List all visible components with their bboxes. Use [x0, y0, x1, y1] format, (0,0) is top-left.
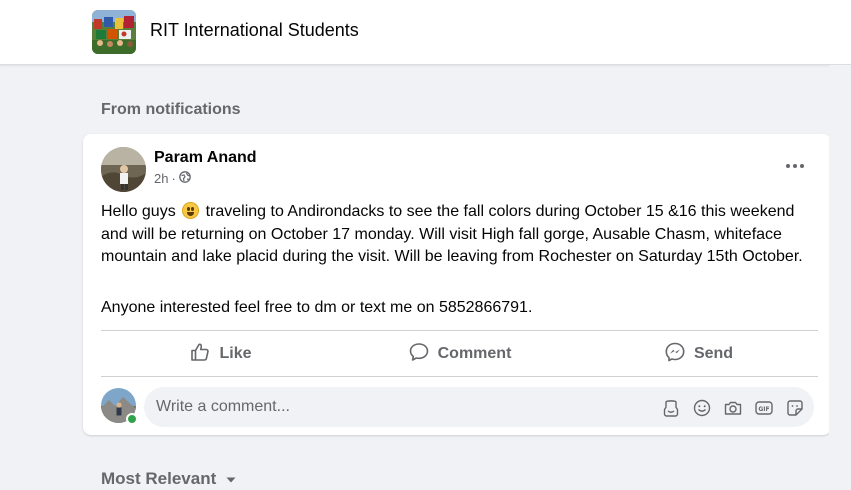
speech-bubble-icon — [408, 341, 430, 368]
caret-down-icon — [226, 469, 236, 489]
post-timestamp[interactable]: 2h — [154, 171, 168, 186]
send-button[interactable]: Send — [579, 336, 818, 372]
group-header: RIT International Students — [0, 0, 851, 65]
like-label: Like — [219, 345, 252, 362]
comment-sort-dropdown[interactable]: Most Relevant — [101, 469, 236, 489]
comment-button[interactable]: Comment — [340, 336, 579, 372]
comment-label: Comment — [437, 345, 512, 362]
messenger-icon — [664, 341, 686, 368]
current-user-avatar[interactable] — [101, 388, 138, 425]
thumbs-up-icon — [189, 341, 211, 368]
post-card: Param Anand 2h · Hello guys traveling to… — [83, 134, 831, 435]
post-body-text: Hello guys traveling to Andirondacks to … — [101, 201, 816, 269]
comment-input[interactable] — [156, 387, 636, 427]
post-actions-bar: Like Comment Send — [101, 336, 818, 372]
globe-icon — [178, 171, 191, 186]
post-body-second-paragraph: Anyone interested feel free to dm or tex… — [101, 299, 533, 316]
page-gutter — [829, 65, 851, 490]
svg-text:GIF: GIF — [758, 406, 769, 413]
grinning-emoji-icon — [182, 202, 200, 219]
post-more-options-icon[interactable] — [780, 154, 810, 178]
send-label: Send — [693, 345, 734, 362]
actions-divider-bottom — [101, 376, 818, 377]
section-label: From notifications — [101, 101, 241, 118]
group-cover-thumbnail[interactable] — [92, 10, 136, 54]
post-meta: 2h · — [154, 171, 191, 186]
sticker-icon[interactable] — [783, 396, 806, 419]
post-author-name[interactable]: Param Anand — [154, 149, 257, 167]
camera-icon[interactable] — [721, 396, 744, 419]
like-button[interactable]: Like — [101, 336, 340, 372]
smiley-icon[interactable] — [690, 396, 713, 419]
gif-icon[interactable]: GIF — [752, 396, 775, 419]
comment-composer: GIF — [144, 387, 814, 427]
group-title[interactable]: RIT International Students — [150, 20, 359, 41]
comment-tools: GIF — [659, 396, 806, 419]
meta-separator: · — [171, 171, 176, 186]
actions-divider-top — [101, 330, 818, 331]
sort-label: Most Relevant — [101, 469, 217, 488]
post-text-start: Hello guys — [101, 203, 181, 220]
post-text-rest: traveling to Andirondacks to see the fal… — [101, 203, 803, 265]
author-avatar[interactable] — [101, 147, 146, 192]
avatar-sticker-icon[interactable] — [659, 396, 682, 419]
online-status-dot — [126, 413, 138, 425]
